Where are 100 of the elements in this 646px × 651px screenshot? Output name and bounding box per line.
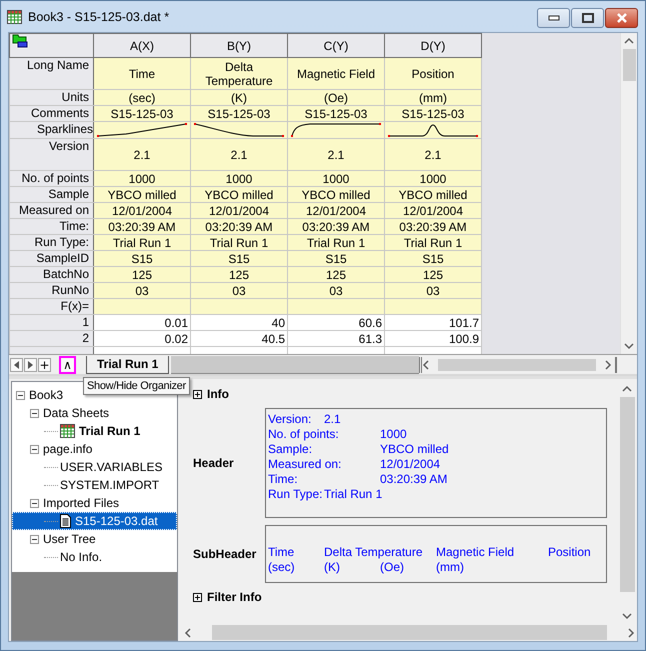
field-text: 03:20:39 AM xyxy=(380,472,448,487)
column-header[interactable]: A(X) xyxy=(94,34,190,58)
worksheet-icon xyxy=(7,10,22,24)
row-label: Time: xyxy=(10,218,94,234)
label-cell: 2.1 xyxy=(384,138,482,170)
collapse-icon[interactable] xyxy=(30,444,39,454)
scroll-thumb[interactable] xyxy=(212,625,607,640)
scroll-thumb[interactable] xyxy=(620,397,634,592)
field-text: YBCO milled xyxy=(380,442,449,457)
horizontal-scrollbar[interactable] xyxy=(419,356,612,372)
field-text: 2.1 xyxy=(324,412,341,427)
label-cell: 03 xyxy=(384,282,482,298)
data-cell: 40 xyxy=(190,314,288,330)
data-cell: 100.9 xyxy=(384,330,482,346)
sheet-tab-button[interactable]: ∧ xyxy=(59,356,76,374)
collapse-icon[interactable] xyxy=(16,390,25,400)
chevron-up-icon[interactable] xyxy=(624,37,634,45)
close-icon[interactable] xyxy=(616,13,628,23)
field-text: Sample: xyxy=(268,442,312,457)
expand-icon[interactable] xyxy=(193,390,202,398)
chevron-right-icon[interactable] xyxy=(627,628,635,638)
label-cell: S15-125-03 xyxy=(94,106,190,122)
tree-item[interactable]: Imported Files xyxy=(12,494,177,512)
minimize-icon[interactable] xyxy=(548,15,560,21)
chevron-left-icon[interactable] xyxy=(422,360,430,370)
label-cell: S15 xyxy=(288,250,384,266)
field-text: 12/01/2004 xyxy=(380,457,440,472)
data-cell: 101.7 xyxy=(384,314,482,330)
field-text: Time: xyxy=(268,472,298,487)
tree-item[interactable]: Data Sheets xyxy=(12,404,177,422)
tree-item[interactable]: Trial Run 1 xyxy=(12,422,177,440)
data-cell: 0.01 xyxy=(94,314,190,330)
section-title[interactable]: Info xyxy=(207,387,229,401)
tree-item[interactable]: No Info. xyxy=(12,548,177,566)
column-header[interactable]: B(Y) xyxy=(190,34,288,58)
label-cell: YBCO milled xyxy=(288,186,384,202)
label-cell: Trial Run 1 xyxy=(288,234,384,250)
collapse-icon[interactable] xyxy=(30,498,39,508)
row-label: F(x)= xyxy=(10,298,94,314)
expand-icon[interactable] xyxy=(193,592,202,602)
horizontal-scrollbar[interactable] xyxy=(184,624,635,641)
column-text: (Oe) xyxy=(380,560,404,575)
collapse-icon[interactable] xyxy=(30,408,39,418)
maximize-button[interactable] xyxy=(571,8,604,28)
data-cell: 60.6 xyxy=(288,314,384,330)
triangle-right-icon[interactable] xyxy=(28,360,33,368)
row-label: BatchNo xyxy=(10,266,94,282)
column-text: Delta Temperature xyxy=(324,545,422,560)
label-cell: (Oe) xyxy=(288,90,384,106)
scroll-thumb[interactable] xyxy=(438,358,596,370)
column-header[interactable]: D(Y) xyxy=(384,34,482,58)
tooltip: Show/Hide Organizer xyxy=(83,377,190,395)
section-label: Header xyxy=(193,456,235,470)
field-text: No. of points: xyxy=(268,427,339,442)
field-text: Run Type: xyxy=(268,487,322,502)
label-cell: Delta Temperature xyxy=(190,58,288,90)
previous-sheet-button[interactable] xyxy=(10,358,23,372)
next-sheet-button[interactable] xyxy=(24,358,37,372)
data-cell: 0.02 xyxy=(94,330,190,346)
chevron-down-icon[interactable] xyxy=(624,342,634,350)
chevron-left-icon[interactable] xyxy=(184,628,192,638)
chevron-right-icon[interactable] xyxy=(604,360,612,370)
chevron-down-icon[interactable] xyxy=(622,612,632,620)
label-cell: 1000 xyxy=(190,170,288,186)
vertical-scrollbar[interactable] xyxy=(620,33,637,354)
tree-item[interactable]: USER.VARIABLES xyxy=(12,458,177,476)
scroll-thumb[interactable] xyxy=(622,49,636,81)
data-cell: 61.3 xyxy=(288,330,384,346)
row-number: 2 xyxy=(10,330,94,346)
sheet-tab-button[interactable]: + xyxy=(38,358,51,372)
collapse-icon[interactable] xyxy=(30,534,39,544)
label-cell: 03 xyxy=(288,282,384,298)
label-cell: Trial Run 1 xyxy=(94,234,190,250)
row-label: Version xyxy=(10,138,94,170)
section-label: SubHeader xyxy=(193,547,258,561)
tree-item[interactable]: SYSTEM.IMPORT xyxy=(12,476,177,494)
label-cell: Magnetic Field xyxy=(288,58,384,90)
label-cell: S15 xyxy=(94,250,190,266)
tree-item[interactable]: User Tree xyxy=(12,530,177,548)
folders-icon[interactable] xyxy=(12,34,28,48)
label-cell: (sec) xyxy=(94,90,190,106)
tree-item[interactable]: page.info xyxy=(12,440,177,458)
label-cell: YBCO milled xyxy=(94,186,190,202)
row-label: Comments xyxy=(10,106,94,122)
label-cell: 2.1 xyxy=(288,138,384,170)
label-cell: Time xyxy=(94,58,190,90)
maximize-icon[interactable] xyxy=(582,13,594,23)
sheet-tab[interactable]: Trial Run 1 xyxy=(86,356,170,374)
section-title[interactable]: Filter Info xyxy=(207,590,262,604)
tree-item[interactable]: S15-125-03.dat xyxy=(12,512,177,530)
close-button[interactable] xyxy=(605,8,638,28)
label-cell: (mm) xyxy=(384,90,482,106)
triangle-left-icon[interactable] xyxy=(14,360,19,368)
column-header[interactable]: C(Y) xyxy=(288,34,384,58)
minimize-button[interactable] xyxy=(537,8,570,28)
column-text: (sec) xyxy=(268,560,295,575)
label-cell: 125 xyxy=(190,266,288,282)
worksheet-icon xyxy=(60,424,75,438)
label-cell: 2.1 xyxy=(190,138,288,170)
chevron-up-icon[interactable] xyxy=(622,385,632,393)
